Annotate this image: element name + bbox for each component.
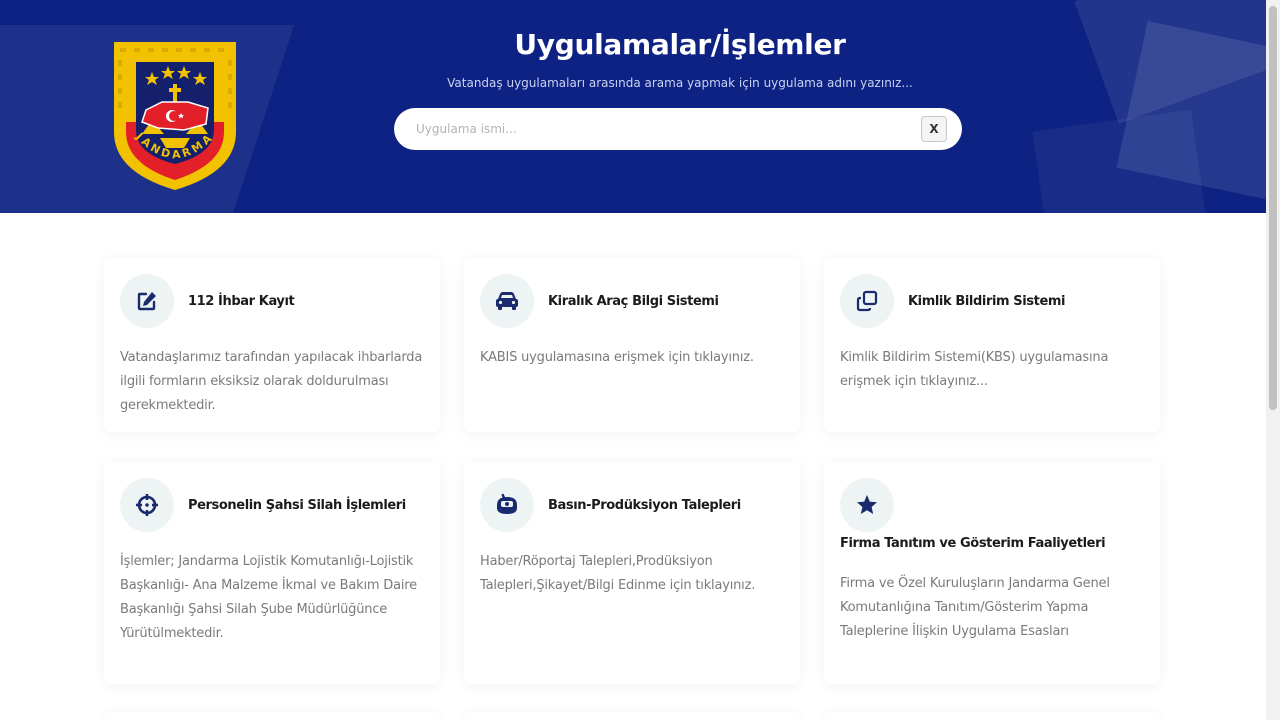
app-card-kiralik-arac[interactable]: Kiralık Araç Bilgi Sistemi KABIS uygulam…	[464, 258, 800, 432]
card-title: Kiralık Araç Bilgi Sistemi	[548, 294, 719, 309]
card-title: Basın-Prodüksiyon Talepleri	[548, 498, 741, 513]
card-title: Personelin Şahsi Silah İşlemleri	[188, 498, 406, 513]
app-card-partial[interactable]	[464, 712, 800, 720]
clear-search-button[interactable]: X	[921, 116, 947, 142]
app-card-partial[interactable]	[104, 712, 440, 720]
header-decoration	[1032, 109, 1208, 213]
vertical-scrollbar[interactable]	[1266, 0, 1280, 720]
search-box	[394, 108, 962, 150]
app-card-kimlik-bildirim[interactable]: Kimlik Bildirim Sistemi Kimlik Bildirim …	[824, 258, 1160, 432]
app-card-firma-tanitim[interactable]: Firma Tanıtım ve Gösterim Faaliyetleri F…	[824, 462, 1160, 684]
card-title: Kimlik Bildirim Sistemi	[908, 294, 1066, 309]
jandarma-logo[interactable]: JANDARMA	[112, 40, 238, 192]
card-description: Vatandaşlarımız tarafından yapılacak ihb…	[120, 350, 423, 413]
card-description: KABIS uygulamasına erişmek için tıklayın…	[480, 350, 754, 365]
app-card-basin-produksiyon[interactable]: Basın-Prodüksiyon Talepleri Haber/Röport…	[464, 462, 800, 684]
car-icon	[480, 274, 534, 328]
app-card-112-ihbar[interactable]: 112 İhbar Kayıt Vatandaşlarımız tarafınd…	[104, 258, 440, 432]
page-subtitle: Vatandaş uygulamaları arasında arama yap…	[447, 76, 913, 90]
copy-icon	[840, 274, 894, 328]
press-icon	[480, 478, 534, 532]
header-banner: JANDARMA Uygulamalar/İşlemler Vatandaş u…	[0, 0, 1266, 213]
app-card-partial[interactable]	[824, 712, 1160, 720]
scrollbar-thumb[interactable]	[1269, 6, 1277, 410]
card-description: İşlemler; Jandarma Lojistik Komutanlığı-…	[120, 554, 417, 641]
search-input[interactable]	[414, 118, 894, 140]
card-description: Haber/Röportaj Talepleri,Prodüksiyon Tal…	[480, 554, 756, 593]
card-description: Firma ve Özel Kuruluşların Jandarma Gene…	[840, 576, 1110, 639]
edit-icon	[120, 274, 174, 328]
crosshair-icon	[120, 478, 174, 532]
star-badge-icon	[840, 478, 894, 532]
card-title: Firma Tanıtım ve Gösterim Faaliyetleri	[840, 536, 1106, 551]
card-title: 112 İhbar Kayıt	[188, 294, 295, 309]
card-description: Kimlik Bildirim Sistemi(KBS) uygulamasın…	[840, 350, 1109, 389]
page-title: Uygulamalar/İşlemler	[514, 28, 846, 61]
page: JANDARMA Uygulamalar/İşlemler Vatandaş u…	[0, 0, 1280, 720]
app-card-sahsi-silah[interactable]: Personelin Şahsi Silah İşlemleri İşlemle…	[104, 462, 440, 684]
